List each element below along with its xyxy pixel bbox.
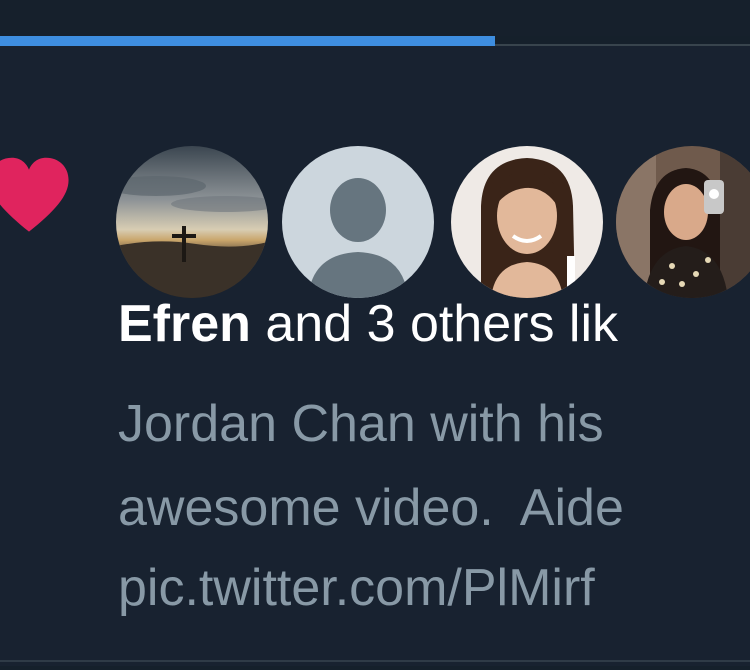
avatar-default[interactable] [282,146,434,298]
avatar-user-4[interactable] [616,146,750,298]
profile-photo-woman-mirror-selfie [616,146,750,298]
like-summary[interactable]: Efren and 3 others lik [118,292,618,356]
loading-progress-bar [0,36,495,46]
heart-icon [0,157,69,232]
tweet-preview-link[interactable]: pic.twitter.com/PlMirf [118,556,595,620]
landscape-cross-photo [116,146,268,298]
tweet-preview-line-2: awesome video. Aide [118,479,624,537]
actor-name[interactable]: Efren [118,295,251,353]
avatar-user-3[interactable] [451,146,603,298]
profile-photo-woman [451,146,603,298]
default-profile-icon [282,146,434,298]
notification-screen: Efren and 3 others lik Jordan Chan with … [0,0,750,670]
header-bar [0,0,750,36]
action-text: and 3 others lik [250,295,619,353]
tweet-preview-line-1: Jordan Chan with his [118,395,604,453]
avatar-efren[interactable] [116,146,268,298]
divider [0,660,750,662]
